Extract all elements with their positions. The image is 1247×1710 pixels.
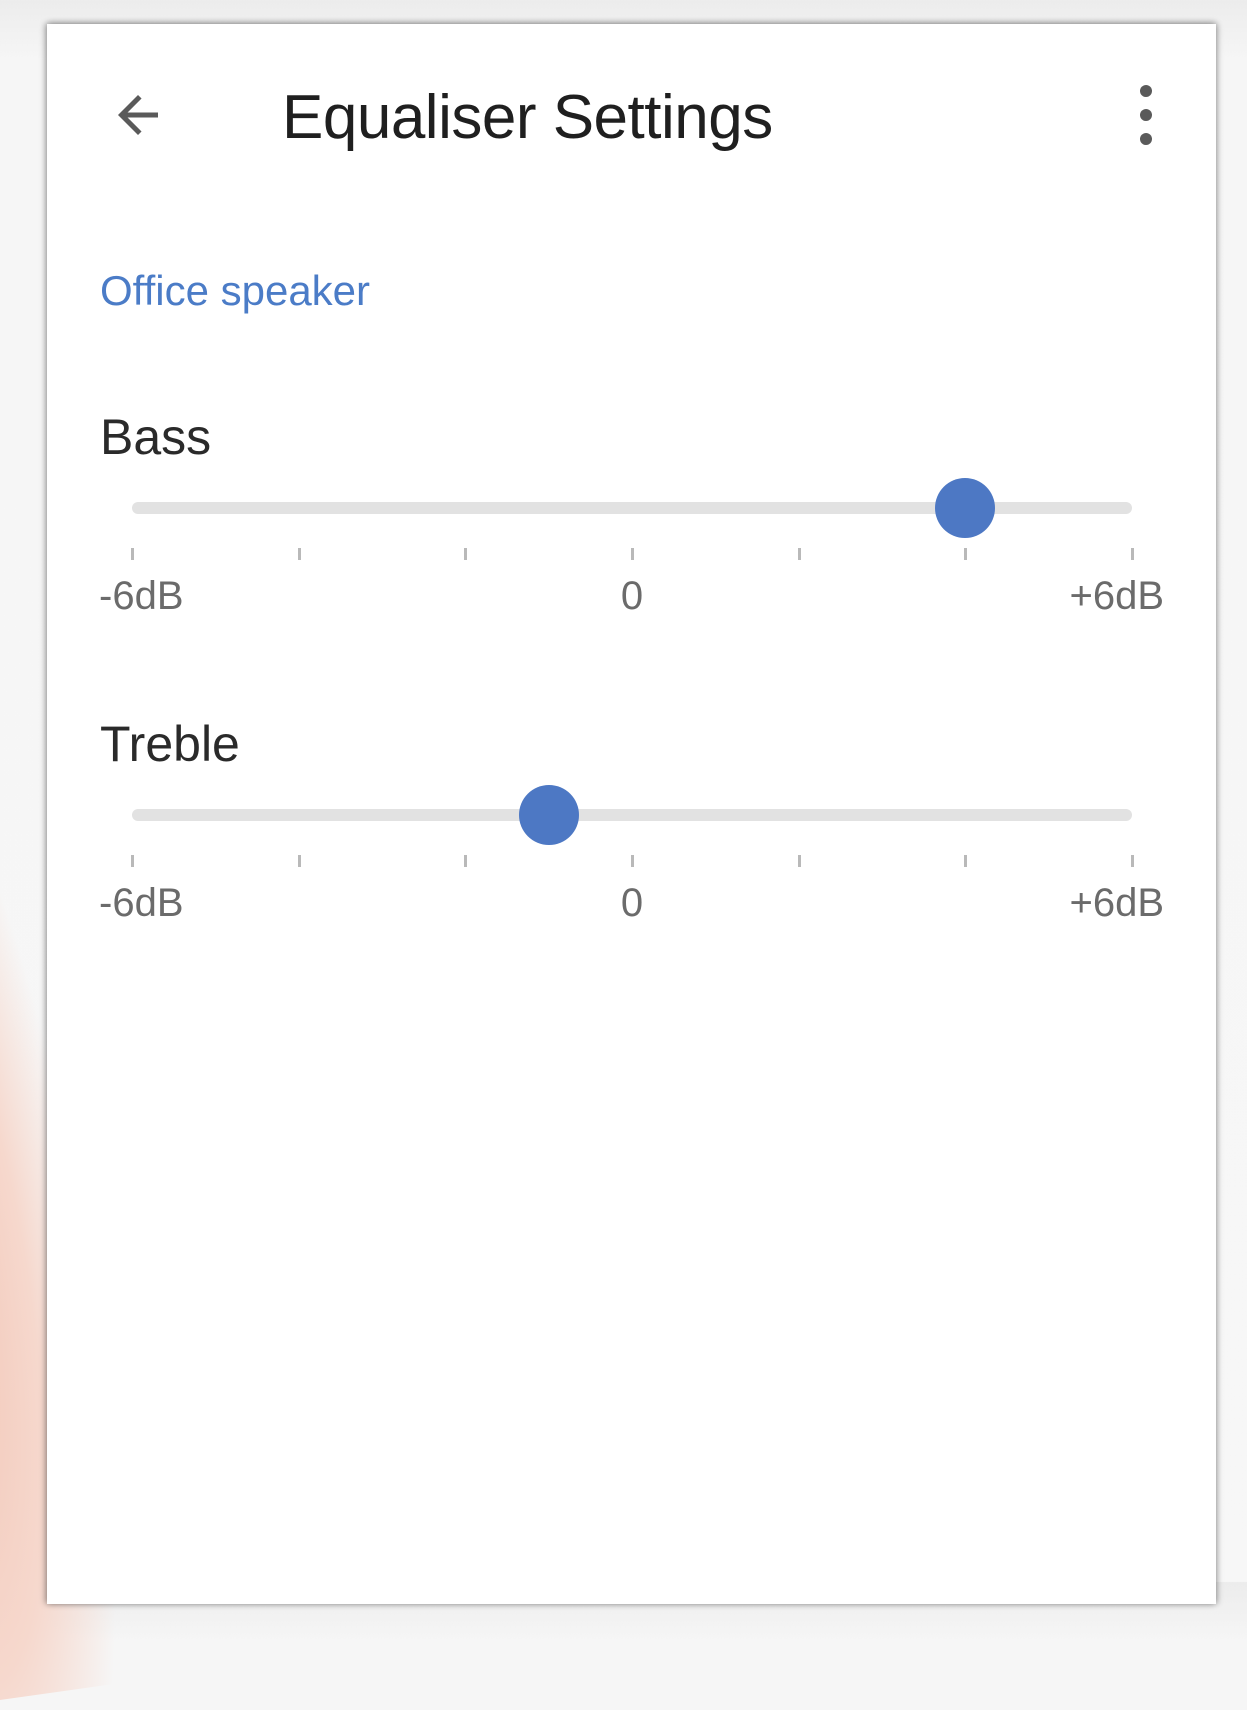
treble-max-label: +6dB: [1069, 881, 1164, 925]
scale-tick: [297, 855, 301, 867]
scale-tick: [297, 548, 301, 560]
scale-tick: [631, 855, 634, 867]
scale-tick: [964, 548, 968, 560]
scale-tick: [797, 855, 801, 867]
app-bar: Equaliser Settings: [47, 24, 1216, 204]
bass-slider-thumb[interactable]: [935, 478, 996, 538]
treble-slider-track[interactable]: [132, 809, 1132, 821]
more-vert-icon: [1140, 85, 1152, 145]
scale-tick: [1131, 548, 1134, 560]
scale-tick: [631, 548, 634, 560]
back-button[interactable]: [102, 79, 174, 151]
scale-tick: [131, 548, 134, 560]
bass-min-label: -6dB: [99, 574, 184, 618]
bass-label: Bass: [100, 409, 212, 465]
page-title: Equaliser Settings: [282, 83, 773, 152]
treble-slider[interactable]: [132, 785, 1132, 845]
treble-section: Treble -6dB 0 +6dB: [47, 715, 1216, 945]
treble-zero-label-text: 0: [620, 881, 644, 925]
bass-section: Bass -6dB 0 +6dB: [47, 408, 1216, 638]
scale-tick: [964, 855, 968, 867]
bass-max-label: +6dB: [1069, 574, 1164, 618]
device-name: Office speaker: [100, 267, 371, 314]
arrow-left-icon: [118, 95, 158, 135]
bass-slider[interactable]: [132, 478, 1132, 538]
more-options-button[interactable]: [1116, 79, 1176, 151]
bass-zero-label-text: 0: [620, 574, 644, 618]
scale-tick: [131, 855, 134, 867]
bass-scale-ticks: [131, 548, 1134, 562]
treble-slider-thumb[interactable]: [518, 785, 579, 845]
scale-tick: [464, 548, 468, 560]
scale-tick: [797, 548, 801, 560]
scale-tick: [464, 855, 468, 867]
treble-label: Treble: [100, 716, 240, 772]
equaliser-settings-screen: Equaliser Settings Office speaker Bass -…: [47, 24, 1216, 1604]
treble-scale-ticks: [131, 855, 1134, 869]
treble-min-label: -6dB: [99, 881, 184, 925]
scale-tick: [1131, 855, 1134, 867]
